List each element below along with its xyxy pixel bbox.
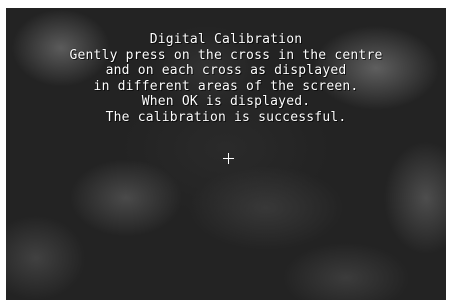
calibration-title: Digital Calibration <box>149 32 303 47</box>
instruction-line-4: When OK is displayed. <box>141 94 311 109</box>
instruction-line-1: Gently press on the cross in the centre <box>69 47 383 63</box>
instruction-line-2: and on each cross as displayed <box>105 63 347 78</box>
instruction-line-5: The calibration is successful. <box>105 109 347 125</box>
device-frame: Digital Calibration Gently press on the … <box>0 0 449 303</box>
calibration-text: Digital Calibration Gently press on the … <box>6 32 446 125</box>
calibration-screen: Digital Calibration Gently press on the … <box>6 8 446 300</box>
crosshair-vertical <box>228 153 229 164</box>
instruction-line-3: in different areas of the screen. <box>93 78 359 94</box>
crosshair-icon[interactable] <box>223 153 234 164</box>
